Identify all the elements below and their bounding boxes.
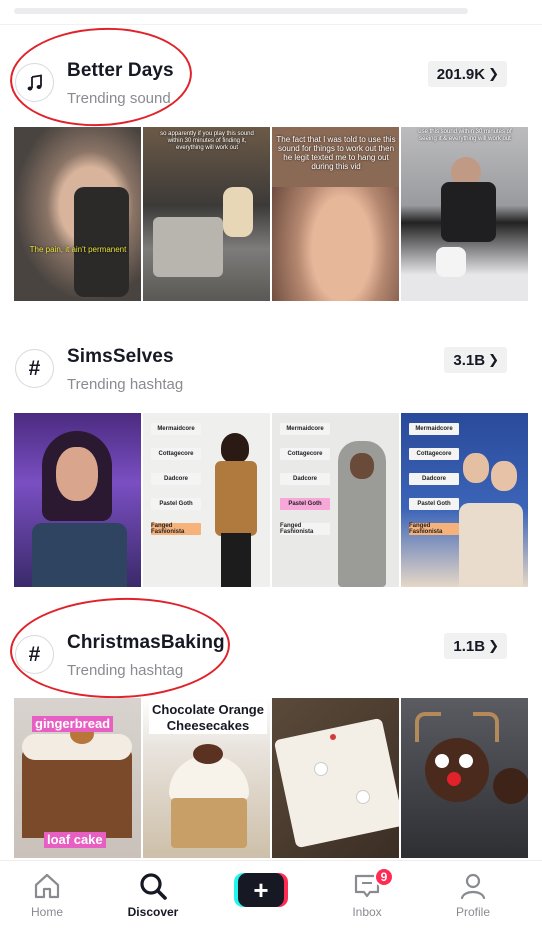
- video-caption: Chocolate Orange Cheesecakes: [149, 702, 267, 734]
- home-icon: [2, 869, 92, 903]
- trending-section-better-days: Better Days Trending sound 201.9K ❯ The …: [0, 23, 542, 301]
- sims-tag: Pastel Goth: [151, 498, 201, 510]
- create-video-button[interactable]: +: [234, 873, 288, 907]
- section-title[interactable]: SimsSelves: [67, 346, 174, 368]
- video-thumbnail[interactable]: Mermaidcore Cottagecore Dadcore Pastel G…: [272, 413, 399, 587]
- section-title[interactable]: ChristmasBaking: [67, 632, 225, 654]
- video-caption: use this sound within 30 minutes of seei…: [418, 129, 512, 142]
- video-thumbnail[interactable]: use this sound within 30 minutes of seei…: [401, 127, 528, 301]
- nav-discover-label: Discover: [127, 905, 179, 919]
- chevron-right-icon: ❯: [488, 352, 499, 367]
- video-caption: loaf cake: [44, 832, 106, 848]
- sims-tag: Pastel Goth: [409, 498, 459, 510]
- sims-tag: Dadcore: [409, 473, 459, 485]
- video-thumbnails: gingerbread loaf cake Chocolate Orange C…: [14, 698, 528, 858]
- search-icon: [108, 869, 198, 903]
- section-subtitle: Trending hashtag: [67, 662, 184, 679]
- video-thumbnail[interactable]: gingerbread loaf cake: [14, 698, 141, 858]
- section-subtitle: Trending hashtag: [67, 376, 184, 393]
- divider: [0, 24, 542, 25]
- music-note-icon: [15, 63, 54, 102]
- video-thumbnail[interactable]: [14, 413, 141, 587]
- nav-inbox-label: Inbox: [352, 905, 382, 919]
- video-thumbnail[interactable]: [272, 698, 399, 858]
- section-title[interactable]: Better Days: [67, 60, 174, 82]
- hashtag-icon: #: [15, 635, 54, 674]
- video-thumbnail[interactable]: so apparently if you play this sound wit…: [143, 127, 270, 301]
- nav-profile-label: Profile: [455, 905, 490, 919]
- search-bar-edge[interactable]: [14, 8, 468, 14]
- nav-discover[interactable]: Discover: [108, 869, 198, 931]
- video-thumbnail[interactable]: Chocolate Orange Cheesecakes: [143, 698, 270, 858]
- sims-tag: Cottagecore: [280, 448, 330, 460]
- video-thumbnails: Mermaidcore Cottagecore Dadcore Pastel G…: [14, 413, 528, 587]
- video-thumbnail[interactable]: Mermaidcore Cottagecore Dadcore Pastel G…: [401, 413, 528, 587]
- sims-tag: Dadcore: [280, 473, 330, 485]
- video-thumbnails: The pain, it ain't permanent so apparent…: [14, 127, 528, 301]
- view-count: 1.1B: [453, 637, 486, 655]
- video-thumbnail[interactable]: The fact that I was told to use this sou…: [272, 127, 399, 301]
- nav-profile[interactable]: Profile: [428, 869, 518, 931]
- sims-tag: Cottagecore: [151, 448, 201, 460]
- hashtag-icon: #: [15, 349, 54, 388]
- bottom-navigation: Home Discover + 9 Inbox Profile: [0, 860, 542, 952]
- sims-tag: Mermaidcore: [409, 423, 459, 435]
- sims-tag: Dadcore: [151, 473, 201, 485]
- view-count-button[interactable]: 3.1B ❯: [444, 347, 507, 373]
- view-count: 3.1B: [453, 351, 486, 369]
- video-thumbnail[interactable]: The pain, it ain't permanent: [14, 127, 141, 301]
- chevron-right-icon: ❯: [488, 66, 499, 81]
- chevron-right-icon: ❯: [488, 638, 499, 653]
- sims-tag: Fanged Fashionista: [151, 523, 201, 535]
- video-thumbnail[interactable]: [401, 698, 528, 858]
- sims-tag: Mermaidcore: [151, 423, 201, 435]
- inbox-icon: 9: [322, 867, 412, 903]
- sims-tag: Fanged Fashionista: [280, 523, 330, 535]
- sims-tag: Fanged Fashionista: [409, 523, 459, 535]
- nav-home-label: Home: [30, 905, 63, 919]
- view-count: 201.9K: [436, 65, 486, 83]
- sims-tag: Cottagecore: [409, 448, 459, 460]
- inbox-badge: 9: [374, 867, 394, 887]
- trending-section-christmasbaking: # ChristmasBaking Trending hashtag 1.1B …: [0, 594, 542, 858]
- video-caption: so apparently if you play this sound wit…: [160, 131, 254, 151]
- video-thumbnail[interactable]: Mermaidcore Cottagecore Dadcore Pastel G…: [143, 413, 270, 587]
- nav-inbox[interactable]: 9 Inbox: [322, 867, 412, 931]
- nav-home[interactable]: Home: [2, 869, 92, 931]
- sims-tag: Pastel Goth: [280, 498, 330, 510]
- trending-section-simsselves: # SimsSelves Trending hashtag 3.1B ❯ Mer…: [0, 338, 542, 587]
- profile-icon: [428, 869, 518, 903]
- video-caption: The pain, it ain't permanent: [29, 245, 127, 254]
- plus-icon: +: [238, 873, 284, 907]
- view-count-button[interactable]: 1.1B ❯: [444, 633, 507, 659]
- video-caption: gingerbread: [32, 716, 114, 732]
- sims-tag: Mermaidcore: [280, 423, 330, 435]
- video-caption: The fact that I was told to use this sou…: [276, 135, 396, 171]
- section-subtitle: Trending sound: [67, 90, 171, 107]
- view-count-button[interactable]: 201.9K ❯: [427, 61, 507, 87]
